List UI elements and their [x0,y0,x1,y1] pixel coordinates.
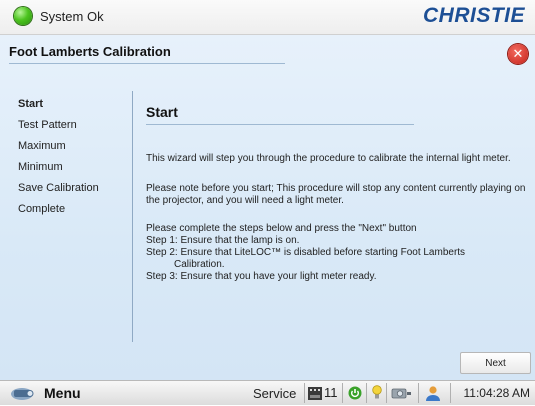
film-icon [308,384,322,402]
taskbar-separator [342,383,343,403]
close-icon: ✕ [512,46,524,62]
menu-icon[interactable] [10,385,36,401]
taskbar-separator [304,383,305,403]
taskbar-separator [366,383,367,403]
step-start[interactable]: Start [18,97,99,118]
instructions-text: Please complete the steps below and pres… [146,223,417,234]
taskbar-separator [418,383,419,403]
content-title-divider [146,124,414,125]
lamp-count: 11 [324,385,338,400]
page-title: Foot Lamberts Calibration [9,44,171,59]
step2-text: Step 2: Ensure that LiteLOC™ is disabled… [146,247,466,258]
step1-text: Step 1: Ensure that the lamp is on. [146,235,300,246]
step-save-calibration[interactable]: Save Calibration [18,181,99,202]
next-button[interactable]: Next [460,352,531,374]
step-test-pattern[interactable]: Test Pattern [18,118,99,139]
taskbar-separator [386,383,387,403]
step-maximum[interactable]: Maximum [18,139,99,160]
status-ok-icon [14,7,32,25]
title-divider [9,63,285,64]
christie-logo: CHRISTIE [422,4,525,27]
lamp-bulb-icon[interactable] [372,384,382,402]
nav-divider [132,91,133,342]
power-icon[interactable] [348,384,362,402]
intro-text: This wizard will step you through the pr… [146,153,511,164]
content-title: Start [146,104,178,120]
wizard-steps-nav: Start Test Pattern Maximum Minimum Save … [18,97,99,223]
step-complete[interactable]: Complete [18,202,99,223]
step-minimum[interactable]: Minimum [18,160,99,181]
taskbar-separator [450,383,451,403]
clock: 11:04:28 AM [463,386,531,400]
top-status-bar: System Ok CHRISTIE [0,0,535,35]
step2-continuation-text: Calibration. [174,259,225,270]
step3-text: Step 3: Ensure that you have your light … [146,271,377,282]
menu-button[interactable]: Menu [44,385,81,401]
bottom-taskbar: Menu Service 11 11:04:28 AM [0,380,535,405]
system-status-text: System Ok [40,9,104,24]
service-label[interactable]: Service [253,386,296,401]
close-button[interactable]: ✕ [508,44,528,64]
projector-icon[interactable] [391,384,413,402]
user-icon[interactable] [424,384,442,402]
note-text: Please note before you start; This proce… [146,183,526,206]
